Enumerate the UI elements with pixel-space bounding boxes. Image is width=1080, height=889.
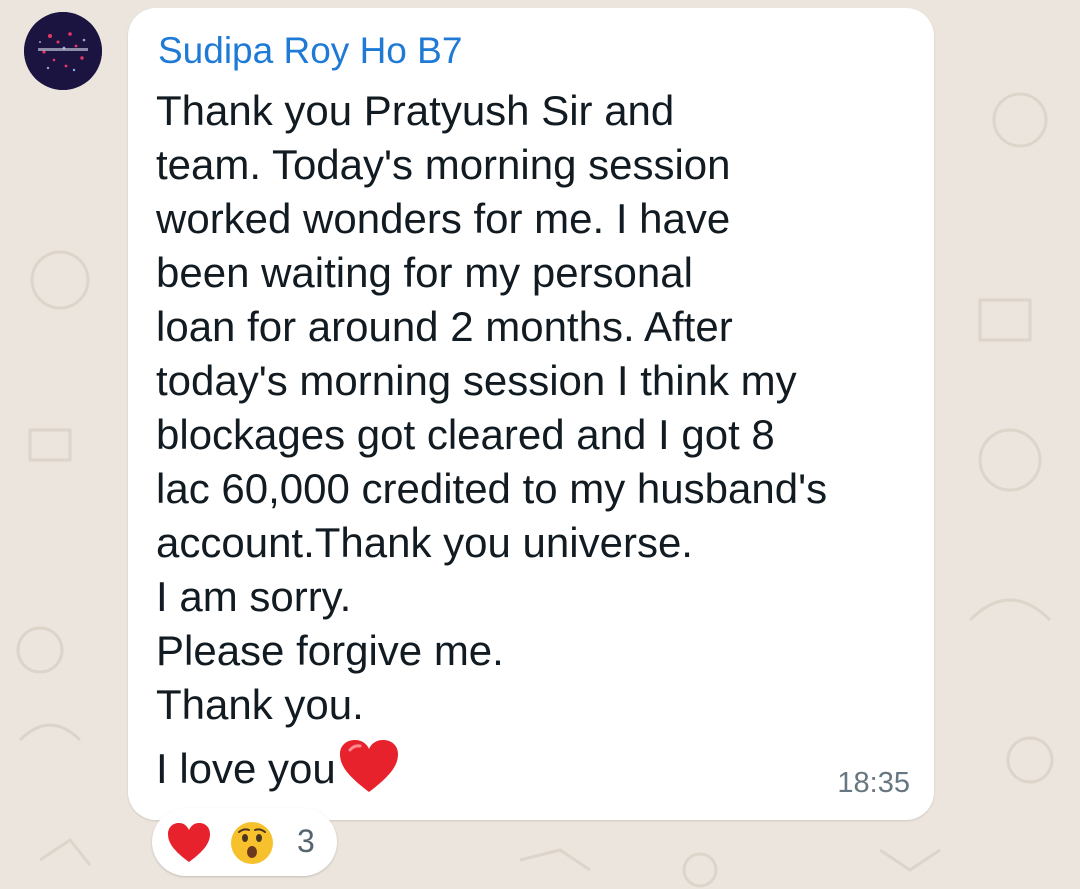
hushed-face-emoji-icon bbox=[231, 822, 273, 864]
message-line: been waiting for my personal bbox=[156, 249, 693, 296]
message-line: today's morning session I think my bbox=[156, 357, 797, 404]
red-heart-emoji-icon bbox=[339, 740, 398, 792]
message-line: account.Thank you universe. bbox=[156, 519, 693, 566]
message-text: Thank you Pratyush Sir and team. Today's… bbox=[156, 84, 916, 796]
avatar[interactable] bbox=[24, 12, 102, 90]
sender-name[interactable]: Sudipa Roy Ho B7 bbox=[158, 30, 462, 72]
message-line: Thank you. bbox=[156, 681, 364, 728]
message-timestamp: 18:35 bbox=[837, 767, 910, 799]
message-line: I love you bbox=[156, 745, 336, 792]
message-line: Thank you Pratyush Sir and bbox=[156, 87, 675, 134]
message-bubble[interactable]: Sudipa Roy Ho B7 Thank you Pratyush Sir … bbox=[128, 8, 934, 820]
reactions-pill[interactable]: 3 bbox=[152, 808, 337, 876]
message-last-line: I love you bbox=[156, 740, 916, 796]
message-line: Please forgive me. bbox=[156, 627, 504, 674]
message-line: blockages got cleared and I got 8 bbox=[156, 411, 775, 458]
message-line: worked wonders for me. I have bbox=[156, 195, 731, 242]
message-line: team. Today's morning session bbox=[156, 141, 731, 188]
message-line: loan for around 2 months. After bbox=[156, 303, 733, 350]
message-line: I am sorry. bbox=[156, 573, 352, 620]
reaction-count: 3 bbox=[297, 823, 315, 859]
avatar-image bbox=[24, 12, 102, 90]
message-line: lac 60,000 credited to my husband's bbox=[156, 465, 828, 512]
red-heart-emoji-icon bbox=[168, 823, 210, 862]
